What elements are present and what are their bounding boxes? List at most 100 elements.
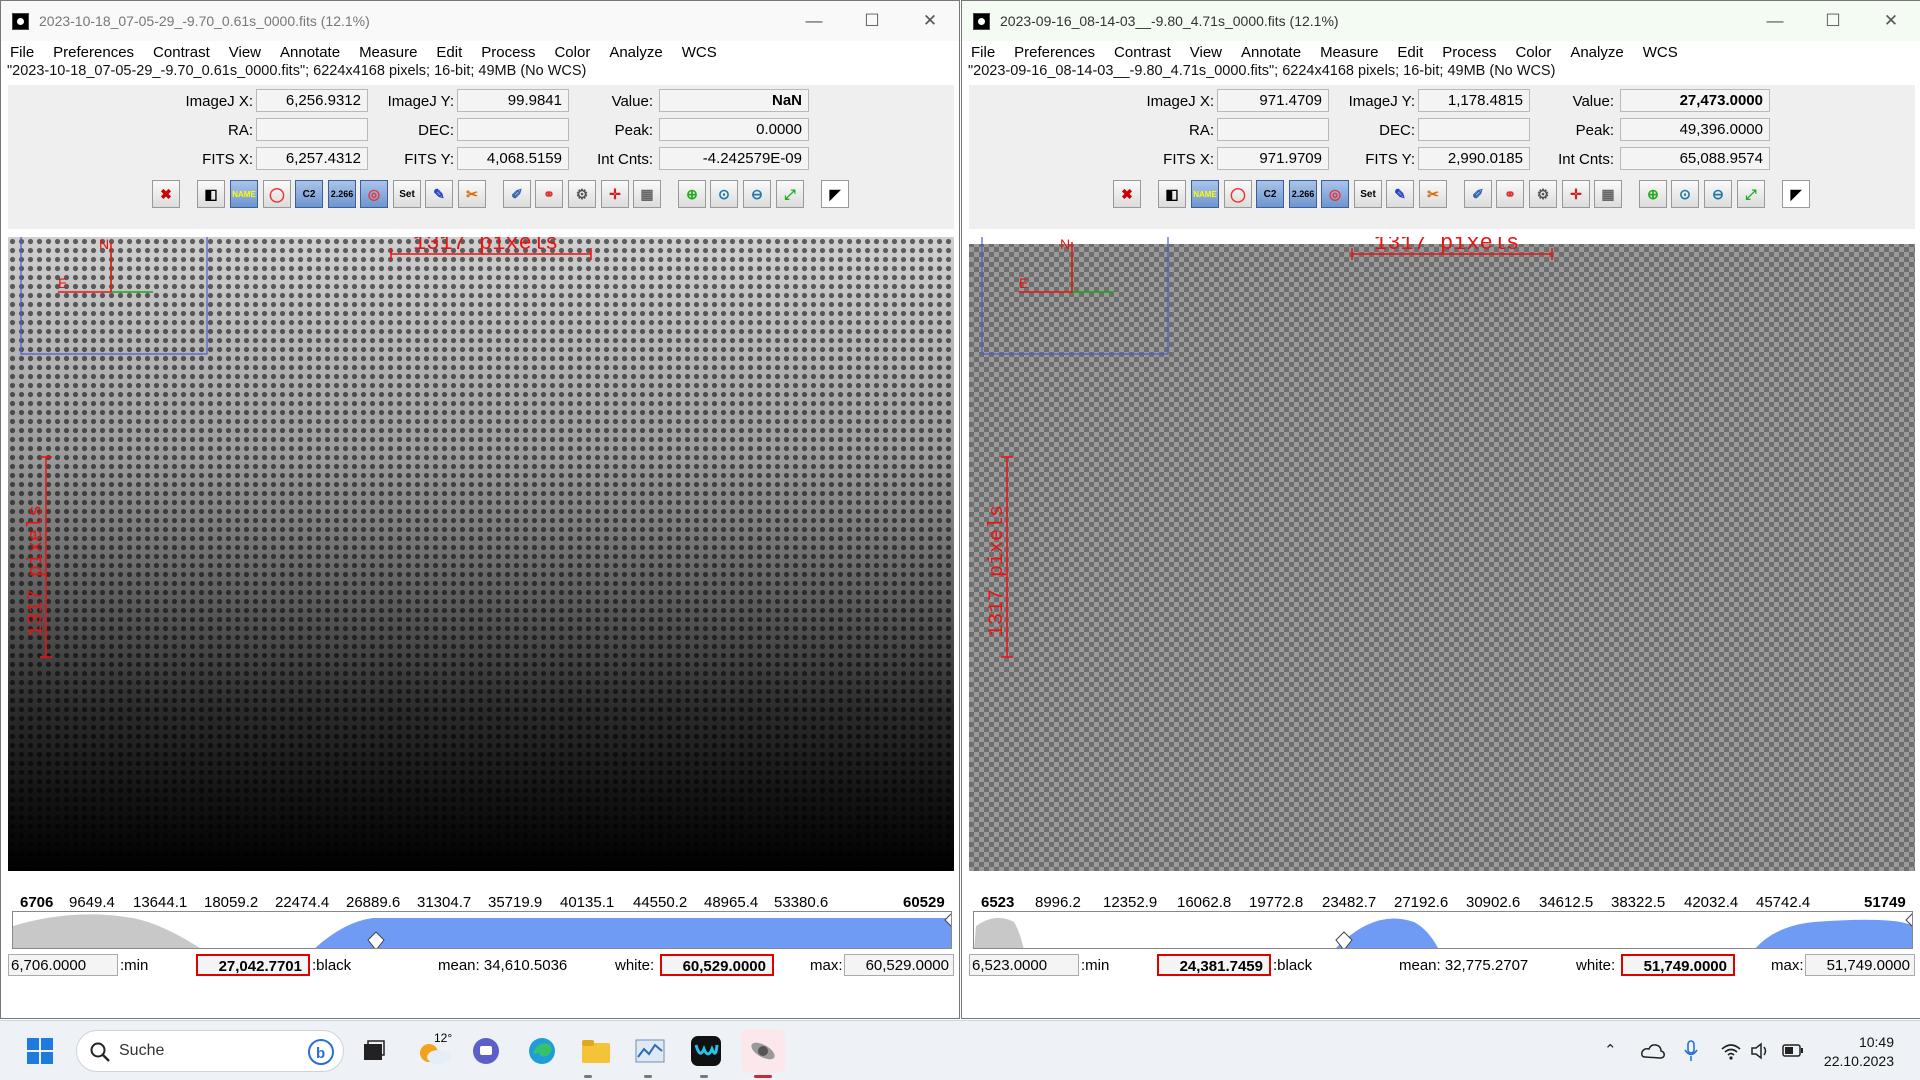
crosshair-icon[interactable]: ✛: [1562, 180, 1590, 208]
table-icon[interactable]: ▦: [633, 180, 661, 208]
dec-field[interactable]: [457, 118, 569, 141]
title-bar[interactable]: 2023-10-18_07-05-29_-9.70_0.61s_0000.fit…: [1, 1, 959, 41]
menu-file[interactable]: File: [971, 44, 995, 61]
menu-wcs[interactable]: WCS: [682, 44, 717, 61]
zoom-in-icon[interactable]: ⊕: [678, 180, 706, 208]
histogram-plot[interactable]: [13, 912, 952, 949]
telescope-app-icon[interactable]: [741, 1029, 785, 1073]
imagej-x-field[interactable]: 971.4709: [1217, 89, 1329, 112]
contrast-triangle-icon[interactable]: ◤: [821, 180, 849, 208]
image-canvas[interactable]: N E 1317 pixels 1317 pixels: [8, 237, 954, 871]
task-view-icon[interactable]: [356, 1033, 392, 1069]
imagej-y-field[interactable]: 99.9841: [457, 89, 569, 112]
menu-preferences[interactable]: Preferences: [53, 44, 134, 61]
teams-chat-icon[interactable]: [468, 1033, 504, 1069]
fits-y-field[interactable]: 4,068.5159: [457, 147, 569, 170]
bing-icon[interactable]: b: [307, 1038, 335, 1066]
c2-aperture-icon[interactable]: C2: [295, 180, 323, 208]
set-aperture-button[interactable]: Set: [1354, 180, 1382, 208]
image-canvas[interactable]: N E 1317 pixels 1317 pixels: [969, 237, 1915, 871]
measure-icon[interactable]: ✎: [425, 180, 453, 208]
menu-wcs[interactable]: WCS: [1643, 44, 1678, 61]
crosshair-icon[interactable]: ✛: [601, 180, 629, 208]
zoom-fit-icon[interactable]: ⊙: [710, 180, 738, 208]
histogram[interactable]: [12, 911, 952, 949]
edge-icon[interactable]: [524, 1033, 560, 1069]
menu-file[interactable]: File: [10, 44, 34, 61]
menu-view[interactable]: View: [229, 44, 261, 61]
wifi-icon[interactable]: [1720, 1041, 1742, 1061]
close-button[interactable]: ✕: [901, 1, 959, 41]
imagej-x-field[interactable]: 6,256.9312: [256, 89, 368, 112]
menu-analyze[interactable]: Analyze: [1570, 44, 1623, 61]
zoom-out-icon[interactable]: ⊖: [1704, 180, 1732, 208]
menu-edit[interactable]: Edit: [436, 44, 462, 61]
dec-field[interactable]: [1418, 118, 1530, 141]
minimize-button[interactable]: —: [1746, 1, 1804, 41]
centroid-icon[interactable]: ◎: [1321, 180, 1349, 208]
white-field[interactable]: 51,749.0000: [1621, 954, 1735, 976]
invert-icon[interactable]: ◧: [1158, 180, 1186, 208]
menu-contrast[interactable]: Contrast: [1114, 44, 1171, 61]
name-label-icon[interactable]: NAME: [1191, 180, 1219, 208]
fits-x-field[interactable]: 971.9709: [1217, 147, 1329, 170]
contrast-triangle-icon[interactable]: ◤: [1782, 180, 1810, 208]
taskbar-search[interactable]: Suche b: [76, 1030, 344, 1072]
min-field[interactable]: 6,523.0000: [969, 954, 1079, 976]
astroimagej-window-right[interactable]: 2023-09-16_08-14-03__-9.80_4.71s_0000.fi…: [961, 0, 1920, 1019]
onedrive-icon[interactable]: [1641, 1041, 1665, 1061]
max-field[interactable]: 60,529.0000: [844, 954, 954, 976]
tools-icon[interactable]: ✂: [458, 180, 486, 208]
zoom-out-icon[interactable]: ⊖: [743, 180, 771, 208]
menu-view[interactable]: View: [1190, 44, 1222, 61]
menu-annotate[interactable]: Annotate: [280, 44, 340, 61]
int-cnts-field[interactable]: -4.242579E-09: [659, 147, 809, 170]
microphone-icon[interactable]: [1683, 1039, 1699, 1063]
minimize-button[interactable]: —: [785, 1, 843, 41]
zoom-aperture-icon[interactable]: 2.266: [328, 180, 356, 208]
image-display[interactable]: N E 1317 pixels 1317 pixels: [969, 237, 1915, 871]
peak-field[interactable]: 49,396.0000: [1620, 118, 1770, 141]
menu-analyze[interactable]: Analyze: [609, 44, 662, 61]
zoom-full-icon[interactable]: ⤢: [776, 180, 804, 208]
menu-contrast[interactable]: Contrast: [153, 44, 210, 61]
table-icon[interactable]: ▦: [1594, 180, 1622, 208]
edit-header-icon[interactable]: ✐: [503, 180, 531, 208]
astroimagej-icon[interactable]: [632, 1033, 668, 1069]
start-icon[interactable]: [22, 1033, 58, 1069]
multi-aperture-icon[interactable]: ⚭: [535, 180, 563, 208]
tools-icon[interactable]: ✂: [1419, 180, 1447, 208]
set-aperture-button[interactable]: Set: [393, 180, 421, 208]
imagej-y-field[interactable]: 1,178.4815: [1418, 89, 1530, 112]
menu-preferences[interactable]: Preferences: [1014, 44, 1095, 61]
menu-annotate[interactable]: Annotate: [1241, 44, 1301, 61]
system-clock[interactable]: 10:49 22.10.2023: [1824, 1033, 1894, 1071]
title-bar[interactable]: 2023-09-16_08-14-03__-9.80_4.71s_0000.fi…: [962, 1, 1920, 41]
file-explorer-icon[interactable]: [578, 1033, 614, 1069]
value-field[interactable]: 27,473.0000: [1620, 89, 1770, 112]
image-display[interactable]: N E 1317 pixels 1317 pixels: [8, 237, 954, 871]
black-field[interactable]: 24,381.7459: [1157, 954, 1271, 976]
max-field[interactable]: 51,749.0000: [1805, 954, 1915, 976]
weather-icon[interactable]: 12°: [414, 1031, 456, 1069]
edit-header-icon[interactable]: ✐: [1464, 180, 1492, 208]
clear-overlay-icon[interactable]: ✖: [152, 180, 180, 208]
centroid-icon[interactable]: ◎: [360, 180, 388, 208]
menu-measure[interactable]: Measure: [359, 44, 417, 61]
settings-icon[interactable]: ⚙: [568, 180, 596, 208]
histogram[interactable]: [973, 911, 1913, 949]
aperture-icon[interactable]: ◯: [1224, 180, 1252, 208]
aperture-icon[interactable]: ◯: [263, 180, 291, 208]
close-button[interactable]: ✕: [1862, 1, 1920, 41]
ra-field[interactable]: [256, 118, 368, 141]
menu-measure[interactable]: Measure: [1320, 44, 1378, 61]
webex-icon[interactable]: [688, 1033, 724, 1069]
black-field[interactable]: 27,042.7701: [196, 954, 310, 976]
battery-icon[interactable]: [1782, 1043, 1804, 1059]
zoom-full-icon[interactable]: ⤢: [1737, 180, 1765, 208]
settings-icon[interactable]: ⚙: [1529, 180, 1557, 208]
invert-icon[interactable]: ◧: [197, 180, 225, 208]
astroimagej-window-left[interactable]: 2023-10-18_07-05-29_-9.70_0.61s_0000.fit…: [0, 0, 960, 1019]
zoom-fit-icon[interactable]: ⊙: [1671, 180, 1699, 208]
fits-y-field[interactable]: 2,990.0185: [1418, 147, 1530, 170]
